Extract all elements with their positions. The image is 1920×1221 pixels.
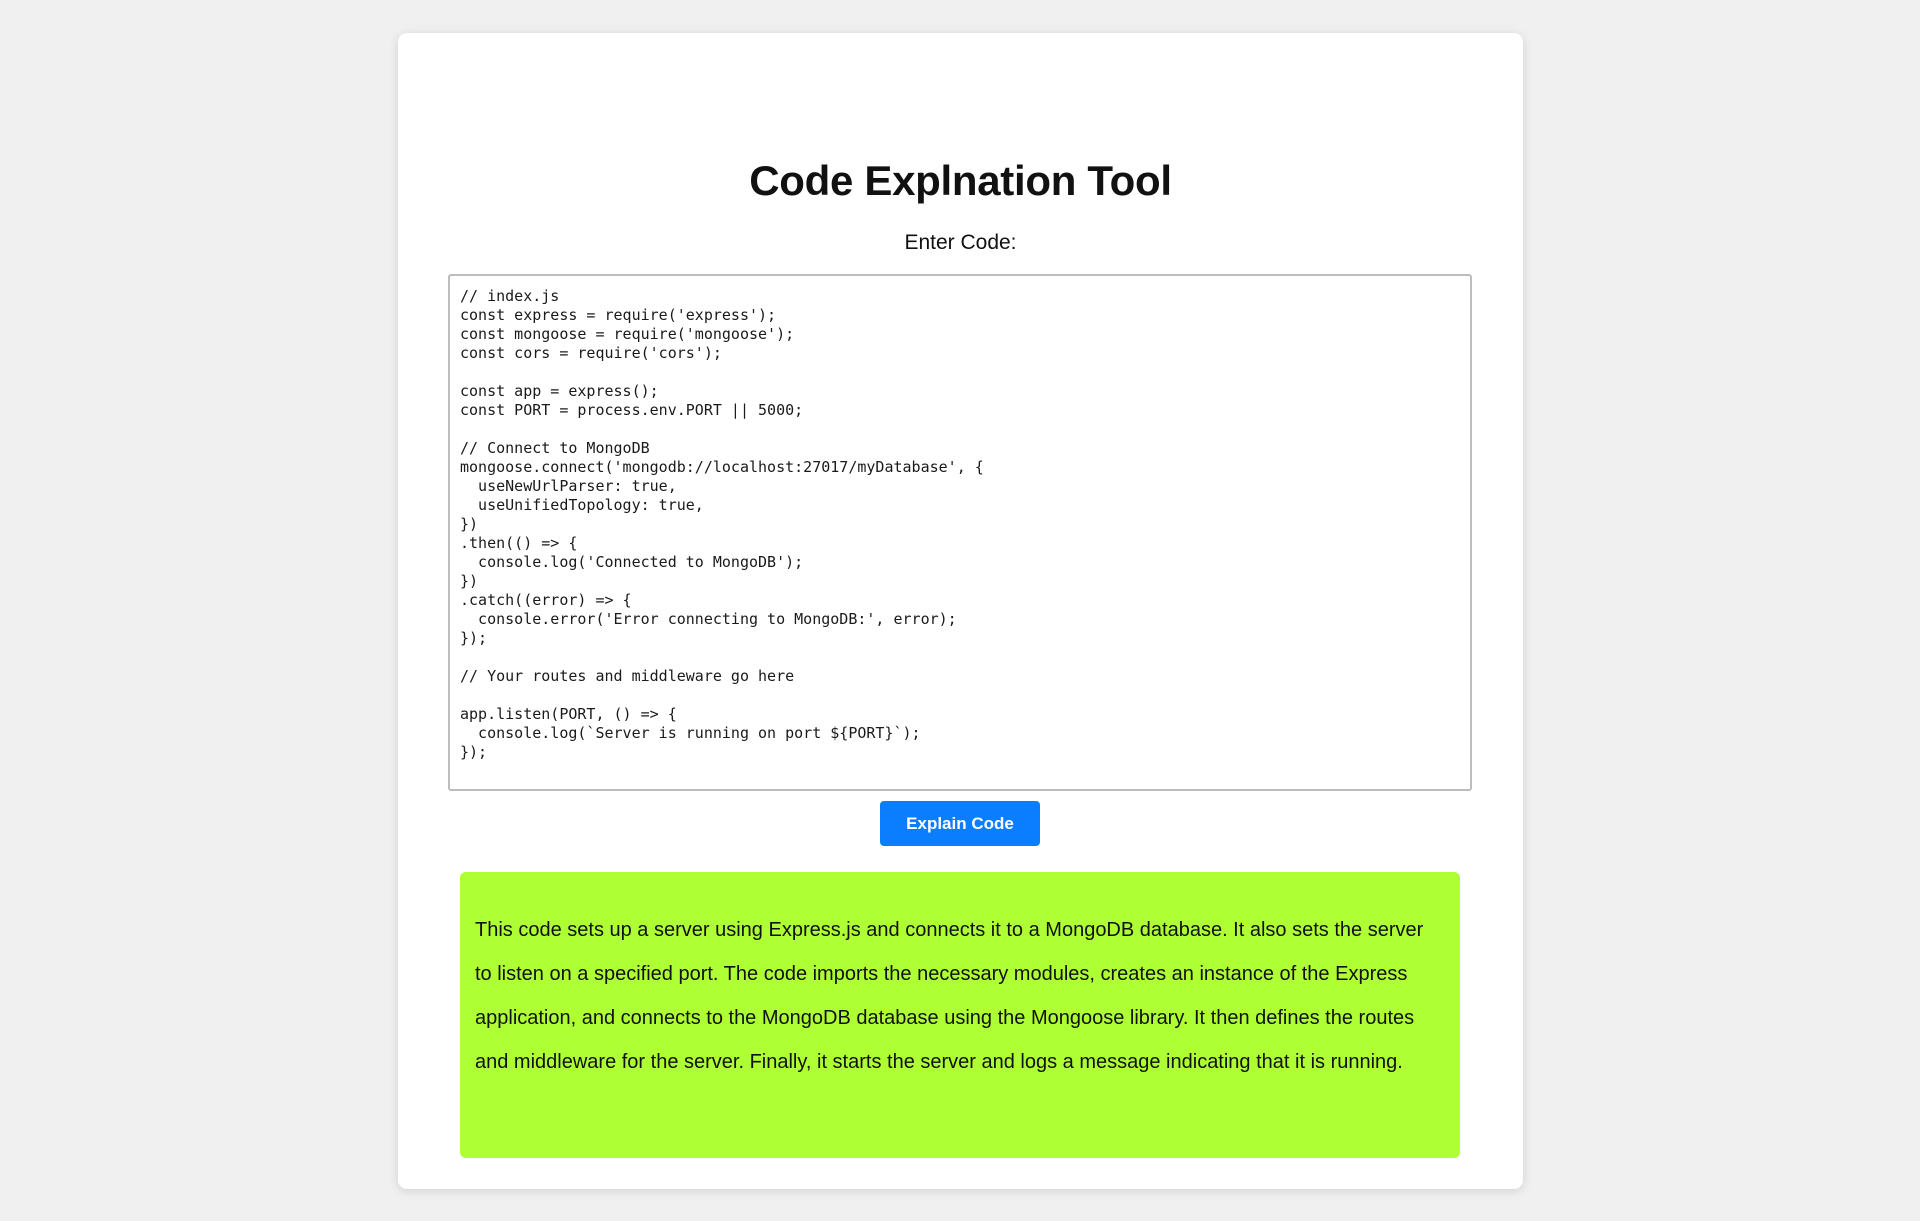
explanation-result: This code sets up a server using Express…	[460, 872, 1460, 1158]
code-input-label: Enter Code:	[904, 231, 1017, 254]
page-title: Code Explnation Tool	[749, 157, 1172, 204]
main-card: Code Explnation Tool Enter Code: // inde…	[398, 33, 1523, 1189]
code-input[interactable]: // index.js const express = require('exp…	[448, 274, 1472, 791]
explain-code-button[interactable]: Explain Code	[880, 801, 1040, 846]
